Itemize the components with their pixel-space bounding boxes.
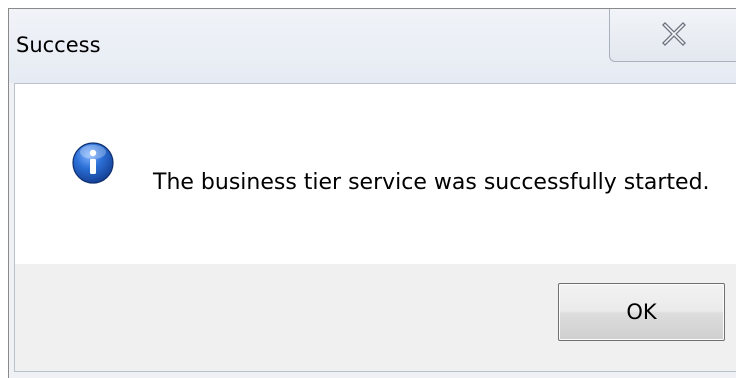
dialog-window: Success The business tier service was su… (8, 8, 736, 378)
button-bar: OK (15, 264, 736, 371)
close-button[interactable] (609, 9, 736, 62)
ok-button[interactable]: OK (558, 283, 725, 341)
title-bar[interactable]: Success (9, 9, 736, 83)
dialog-content: The business tier service was successful… (14, 83, 736, 372)
close-icon (662, 22, 686, 46)
info-icon (72, 142, 114, 184)
message-text: The business tier service was successful… (153, 170, 710, 195)
dialog-title: Success (16, 33, 101, 57)
